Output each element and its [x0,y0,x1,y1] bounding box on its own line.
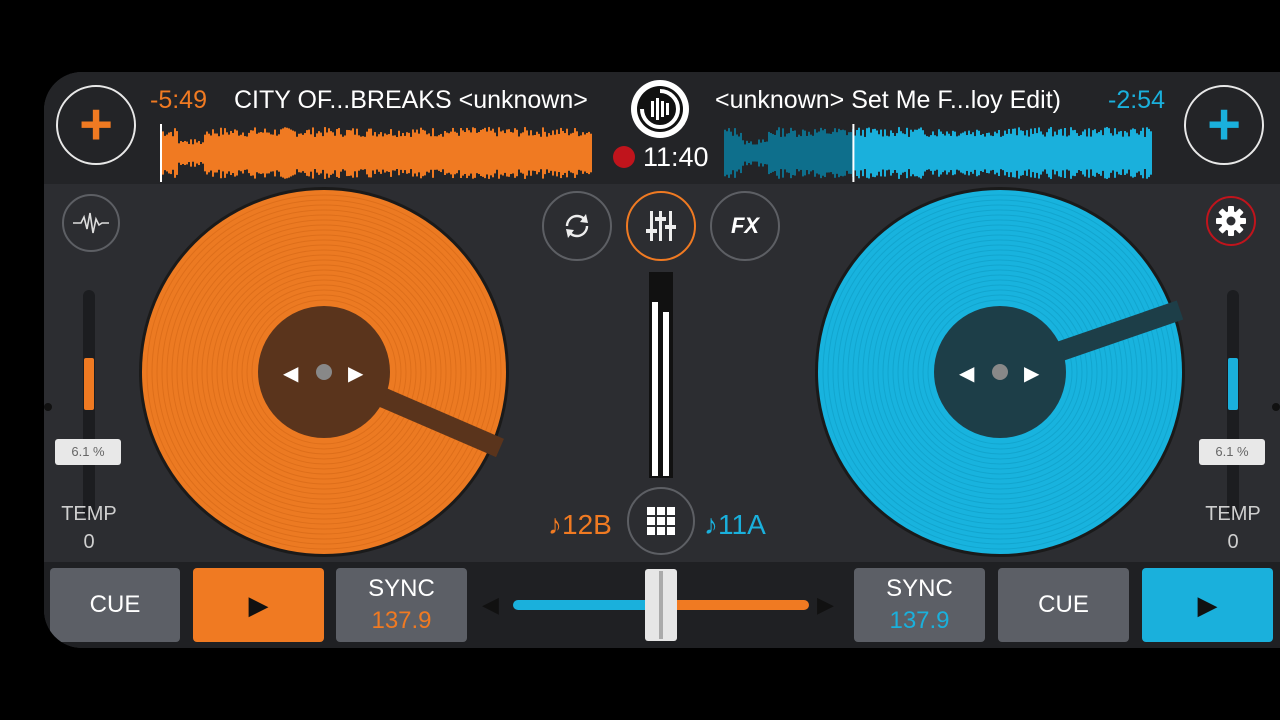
deck-a-nav-left-icon[interactable]: ◀ [283,361,298,386]
deck-a-key: ♪12B [548,509,612,540]
deck-b-track-title[interactable]: <unknown> Set Me F...loy Edit) [715,86,1061,115]
deck-b-tempo-value: 0 [1227,531,1239,553]
sync-arrows-icon [565,214,589,238]
settings-button[interactable] [1206,196,1256,246]
deck-b-time-remaining: -2:54 [1108,86,1165,114]
app-logo-icon[interactable] [631,80,689,138]
record-button[interactable] [613,146,635,168]
clock: 11:40 [643,142,709,172]
deck-b-pitch-level [1228,357,1238,410]
plus-icon: + [79,92,113,157]
deck-a-platter[interactable] [138,186,510,558]
deck-a-pitch-level [84,357,94,410]
deck-a-waveform[interactable] [160,124,592,182]
deck-b-play-button[interactable]: ▶ [1142,568,1273,642]
sliders-icon [646,211,676,241]
play-icon: ▶ [248,589,269,620]
gear-icon [1216,206,1246,236]
deck-a-pitch-slider[interactable] [83,290,95,518]
load-track-b-button[interactable]: + [1184,85,1264,165]
deck-a-sync-button[interactable]: SYNC 137.9 [336,568,467,642]
waveform-view-button[interactable] [62,194,120,252]
master-vu-meter [649,272,673,478]
deck-a-nav-right-icon[interactable]: ▶ [348,361,363,386]
deck-a-tempo-value: 0 [83,531,95,553]
deck-b-nav-left-icon[interactable]: ◀ [959,361,974,386]
deck-b-bpm: 137.9 [889,607,950,634]
deck-a-pitch-value: 6.1 % [55,439,121,465]
sampler-grid-button[interactable] [627,487,695,555]
deck-b-indicator-dot [1272,403,1280,411]
deck-b-sync-button[interactable]: SYNC 137.9 [854,568,985,642]
deck-a-cue-label: CUE [89,591,141,618]
deck-a-time-remaining: -5:49 [150,86,207,114]
grid-icon [647,507,675,535]
deck-a-tempo-label: TEMP [61,503,117,525]
deck-a-track-title[interactable]: CITY OF...BREAKS <unknown> [234,86,588,115]
deck-a-sync-label: SYNC [368,575,435,602]
deck-b-pitch-value: 6.1 % [1199,439,1265,465]
deck-b-tempo-label: TEMP [1205,503,1261,525]
waveform-icon [73,212,109,234]
deck-b-key: ♪11A [704,509,766,540]
fx-button[interactable]: FX [710,191,780,261]
load-track-a-button[interactable]: + [56,85,136,165]
dj-app: + -5:49 CITY OF...BREAKS <unknown> 11:40… [44,72,1280,648]
crossfader-knob[interactable] [645,569,677,641]
plus-icon: + [1207,92,1241,157]
deck-a-play-button[interactable]: ▶ [193,568,324,642]
deck-b-waveform[interactable] [724,124,1152,182]
deck-b-cue-button[interactable]: CUE [998,568,1129,642]
deck-a-cue-button[interactable]: CUE [50,568,180,642]
mixer-button[interactable] [626,191,696,261]
deck-b-cue-label: CUE [1038,591,1089,618]
play-icon: ▶ [1197,589,1218,620]
deck-a-bpm: 137.9 [371,607,432,634]
top-bar: + -5:49 CITY OF...BREAKS <unknown> 11:40… [44,72,1280,184]
loop-button[interactable] [542,191,612,261]
crossfader-left-arrow-icon[interactable]: ◀ [482,592,499,618]
deck-b-platter[interactable] [814,186,1186,558]
deck-b-pitch-slider[interactable] [1227,290,1239,518]
crossfader-right-arrow-icon[interactable]: ▶ [817,592,834,618]
deck-b-sync-label: SYNC [886,575,953,602]
deck-a-indicator-dot [44,403,52,411]
deck-b-nav-right-icon[interactable]: ▶ [1024,361,1039,386]
